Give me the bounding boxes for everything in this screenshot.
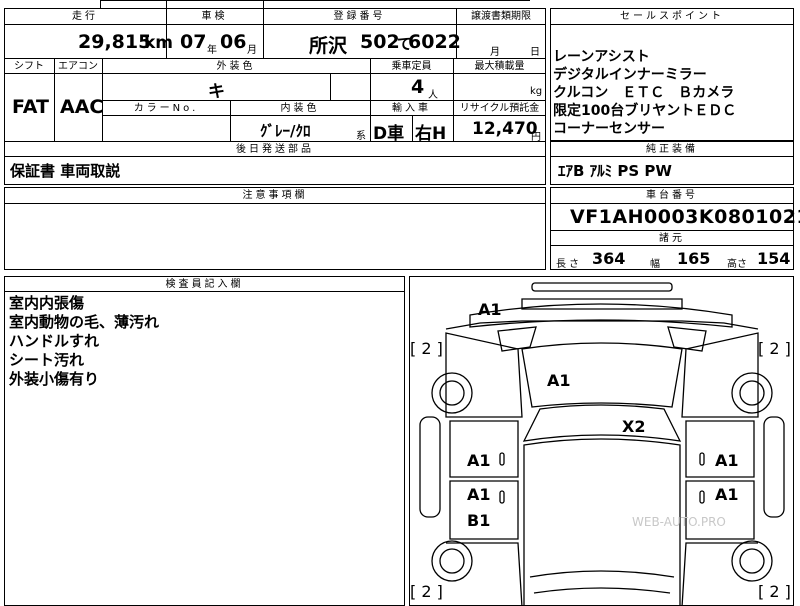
steering-value: 右H	[415, 124, 447, 144]
inspector-note-2: 室内動物の毛、薄汚れ	[9, 313, 160, 331]
car-diagram-box: WEB-AUTO.PRO	[409, 276, 794, 606]
bracket-bottom-left: [ 2 ]	[410, 582, 443, 601]
max-load-unit: kg	[530, 86, 543, 97]
caution-header: 注意事項欄	[242, 190, 308, 201]
watermark: WEB-AUTO.PRO	[632, 515, 726, 529]
import-car-header: 輸入車	[392, 103, 431, 114]
sales-point-1: レーンアシスト	[553, 49, 650, 65]
bracket-top-right: [ 2 ]	[758, 339, 791, 358]
inspector-header: 検査員記入欄	[165, 279, 244, 290]
capacity-value: 4	[411, 76, 425, 98]
inspection-year-unit: 年	[207, 45, 217, 56]
length-value: 364	[592, 249, 626, 268]
aircon-value: AAC	[60, 96, 104, 118]
sales-point-3: クルコン ＥＴＣ Ｂカメラ	[553, 85, 735, 101]
mark-left-rear-door: A1	[467, 485, 491, 504]
interior-color-value: ｸﾞﾚｰ/ｸﾛ	[260, 122, 311, 140]
mark-hood: A1	[547, 371, 571, 390]
mark-right-front-door: A1	[715, 451, 739, 470]
exterior-color-value: キ	[208, 82, 225, 102]
later-parts-header: 後日発送部品	[236, 144, 314, 155]
registration-header: 登録番号	[333, 11, 386, 22]
mileage-unit: km	[144, 33, 174, 53]
interior-color-suffix: 系	[356, 131, 366, 142]
shift-header: シフト	[14, 61, 44, 72]
genuine-equipment-header: 純正装備	[646, 144, 698, 155]
inspection-month-unit: 月	[247, 45, 257, 56]
transfer-day-unit: 日	[530, 47, 540, 58]
recycle-header: リサイクル預託金	[459, 103, 540, 114]
mark-left-rocker: B1	[467, 511, 491, 530]
sales-point-2: デジタルインナーミラー	[553, 67, 707, 83]
mark-right-rear-door: A1	[715, 485, 739, 504]
height-label: 高さ	[727, 259, 747, 270]
inspection-header: 車検	[201, 11, 228, 22]
aircon-header: エアコン	[58, 61, 98, 72]
mark-left-front-door: A1	[467, 451, 491, 470]
inspector-note-3: ハンドルすれ	[9, 332, 100, 350]
recycle-unit: 円	[531, 132, 541, 143]
inspection-year: 07	[180, 31, 207, 53]
length-label: 長さ	[556, 259, 582, 270]
recycle-value: 12,470	[472, 119, 538, 139]
capacity-header: 乗車定員	[391, 61, 432, 72]
sales-point-4: 限定100台ブリヤントＥＤＣ	[553, 103, 737, 119]
inspector-note-4: シート汚れ	[9, 351, 85, 369]
bracket-bottom-right: [ 2 ]	[758, 582, 791, 601]
car-diagram	[419, 282, 785, 605]
color-no-header: カラーNo.	[133, 103, 199, 114]
import-car-value: D車	[373, 124, 405, 144]
height-value: 154	[757, 249, 791, 268]
transfer-month-unit: 月	[490, 47, 500, 58]
interior-color-header: 内装色	[280, 103, 320, 114]
mileage-value: 29,815	[78, 31, 152, 53]
max-load-header: 最大積載量	[474, 61, 525, 72]
capacity-unit: 人	[428, 90, 438, 101]
exterior-color-header: 外装色	[216, 61, 256, 72]
inspector-note-5: 外装小傷有り	[9, 370, 100, 388]
sales-point-5: コーナーセンサー	[553, 121, 665, 137]
chassis-header: 車台番号	[646, 190, 698, 201]
chassis-value: VF1AH0003K0801021	[570, 206, 800, 228]
dimensions-header: 諸元	[659, 233, 685, 244]
bracket-top-left: [ 2 ]	[410, 339, 443, 358]
sales-points-header: セールスポイント	[620, 11, 724, 22]
mark-front-bumper: A1	[478, 300, 502, 319]
genuine-equipment-value: ｴｱB ｱﾙﾐ PS PW	[558, 162, 672, 180]
mileage-header: 走行	[72, 11, 98, 22]
transfer-doc-header: 譲渡書類期限	[471, 11, 531, 22]
registration-city: 所沢	[309, 35, 348, 57]
mark-roof: X2	[622, 417, 646, 436]
shift-value: FAT	[12, 96, 49, 118]
registration-class: 502	[360, 31, 400, 53]
registration-serial: 6022	[408, 31, 461, 53]
later-parts-value: 保証書 車両取説	[10, 162, 121, 180]
inspection-month: 06	[220, 31, 247, 53]
width-value: 165	[677, 249, 711, 268]
width-label: 幅	[650, 259, 660, 270]
inspector-note-1: 室内内張傷	[9, 294, 85, 312]
